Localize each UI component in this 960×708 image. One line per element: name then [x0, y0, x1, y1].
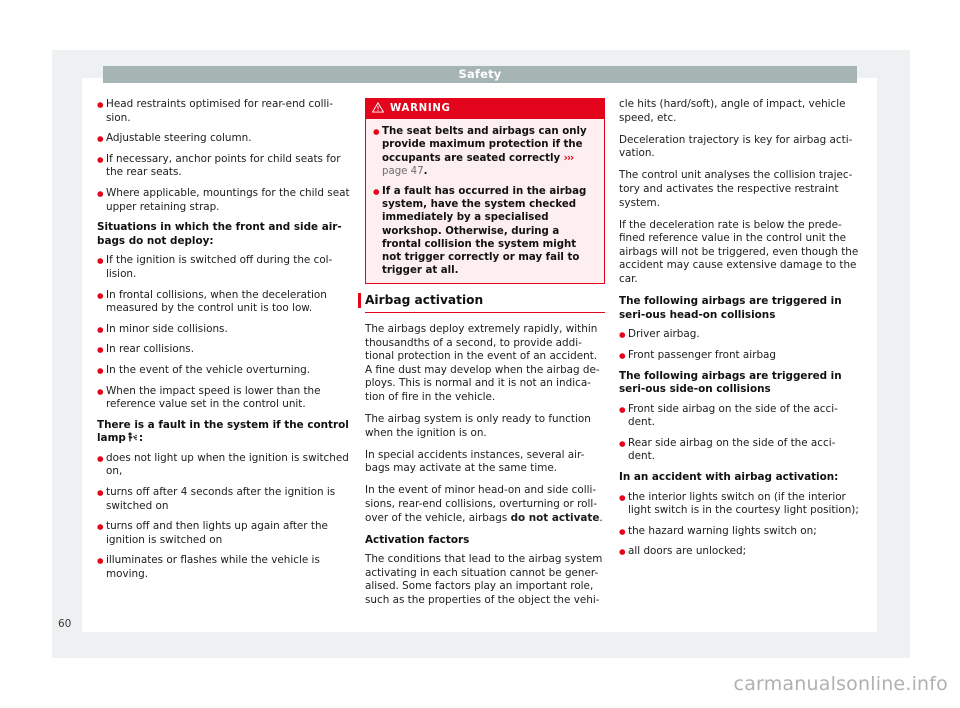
chevron-right-icon: ›››: [563, 152, 575, 164]
paragraph: In special accidents instances, several …: [365, 448, 585, 475]
list-item: If necessary, anchor points for child se…: [97, 153, 350, 180]
list-item: does not light up when the ignition is s…: [97, 452, 350, 479]
paragraph: cle hits (hard/soft), angle of impact, v…: [619, 98, 846, 124]
list-item: In minor side collisions.: [97, 323, 350, 337]
column-left: Head restraints optimised for rear-end c…: [97, 98, 350, 589]
list-item: illuminates or flashes while the vehicle…: [97, 554, 350, 581]
warning-callout-header: WARNING: [366, 99, 604, 120]
list-item: the hazard warning lights switch on;: [619, 525, 859, 539]
paragraph: The control unit analyses the collision …: [619, 169, 853, 209]
heading-side-on-collisions: The following airbags are triggered in s…: [619, 369, 842, 396]
warning-callout-box: WARNING The seat belts and airbags can o…: [365, 98, 605, 285]
list-item: If the ignition is switched off during t…: [97, 254, 350, 281]
cross-reference-text: page 47: [382, 165, 424, 177]
warning-text-tail: .: [423, 165, 428, 177]
column-right: cle hits (hard/soft), angle of impact, v…: [619, 98, 859, 566]
list-item: Where applicable, mountings for the chil…: [97, 187, 350, 214]
column-middle: WARNING The seat belts and airbags can o…: [358, 98, 605, 616]
list-item: Front side airbag on the side of the acc…: [619, 403, 859, 430]
paragraph: The airbags deploy extremely rapidly, wi…: [365, 322, 600, 403]
heading-head-on-collisions: The following airbags are triggered in s…: [619, 295, 842, 321]
section-accent-bar: [358, 293, 361, 309]
list-item: Driver airbag.: [619, 328, 859, 342]
paragraph: Deceleration trajectory is key for airba…: [619, 133, 853, 160]
list-item: In the event of the vehicle overturning.: [97, 364, 350, 378]
warning-text: The seat belts and airbags can only prov…: [382, 126, 587, 164]
section-heading-text: Airbag activation: [365, 293, 484, 308]
paragraph: The conditions that lead to the airbag s…: [365, 553, 603, 607]
list-item: Adjustable steering column.: [97, 132, 350, 146]
list-item: Rear side airbag on the side of the acci…: [619, 437, 859, 464]
list-item: Front passenger front airbag: [619, 349, 859, 363]
airbag-warning-lamp-icon: [127, 432, 138, 443]
list-item: In frontal collisions, when the decelera…: [97, 289, 350, 316]
warning-label: WARNING: [390, 103, 451, 114]
warning-list-item: If a fault has occurred in the airbag sy…: [373, 185, 597, 277]
paragraph-text-tail: .: [599, 511, 603, 524]
paragraph: If the deceleration rate is below the pr…: [619, 218, 859, 286]
warning-list-item: The seat belts and airbags can only prov…: [373, 125, 597, 178]
page-number: 60: [58, 618, 72, 630]
heading-activation-factors: Activation factors: [365, 533, 470, 546]
warning-triangle-icon: [371, 102, 385, 115]
emphasis-text: do not activate: [510, 511, 600, 524]
list-item: turns off and then lights up again after…: [97, 520, 350, 547]
heading-no-deploy: Situations in which the front and side a…: [97, 221, 342, 247]
section-heading-airbag-activation: Airbag activation: [358, 293, 605, 313]
heading-accident-activation: In an accident with airbag activation:: [619, 471, 839, 484]
heading-system-fault-colon: :: [138, 432, 143, 445]
site-watermark: carmanualsonline.info: [733, 673, 948, 695]
list-item: In rear collisions.: [97, 343, 350, 357]
paragraph: The airbag system is only ready to funct…: [365, 412, 591, 439]
list-item: turns off after 4 seconds after the igni…: [97, 486, 350, 513]
list-item: When the impact speed is lower than the …: [97, 385, 350, 412]
list-item: all doors are unlocked;: [619, 545, 859, 559]
warning-callout-body: The seat belts and airbags can only prov…: [366, 119, 604, 283]
heading-system-fault: There is a fault in the system if the co…: [97, 419, 350, 446]
list-item: the interior lights switch on (if the in…: [619, 491, 859, 518]
list-item: Head restraints optimised for rear-end c…: [97, 98, 350, 125]
paragraph-emphasis: In the event of minor head-on and side c…: [365, 484, 605, 525]
running-header-bar: Safety: [103, 66, 857, 83]
page-title: Safety: [458, 67, 502, 81]
